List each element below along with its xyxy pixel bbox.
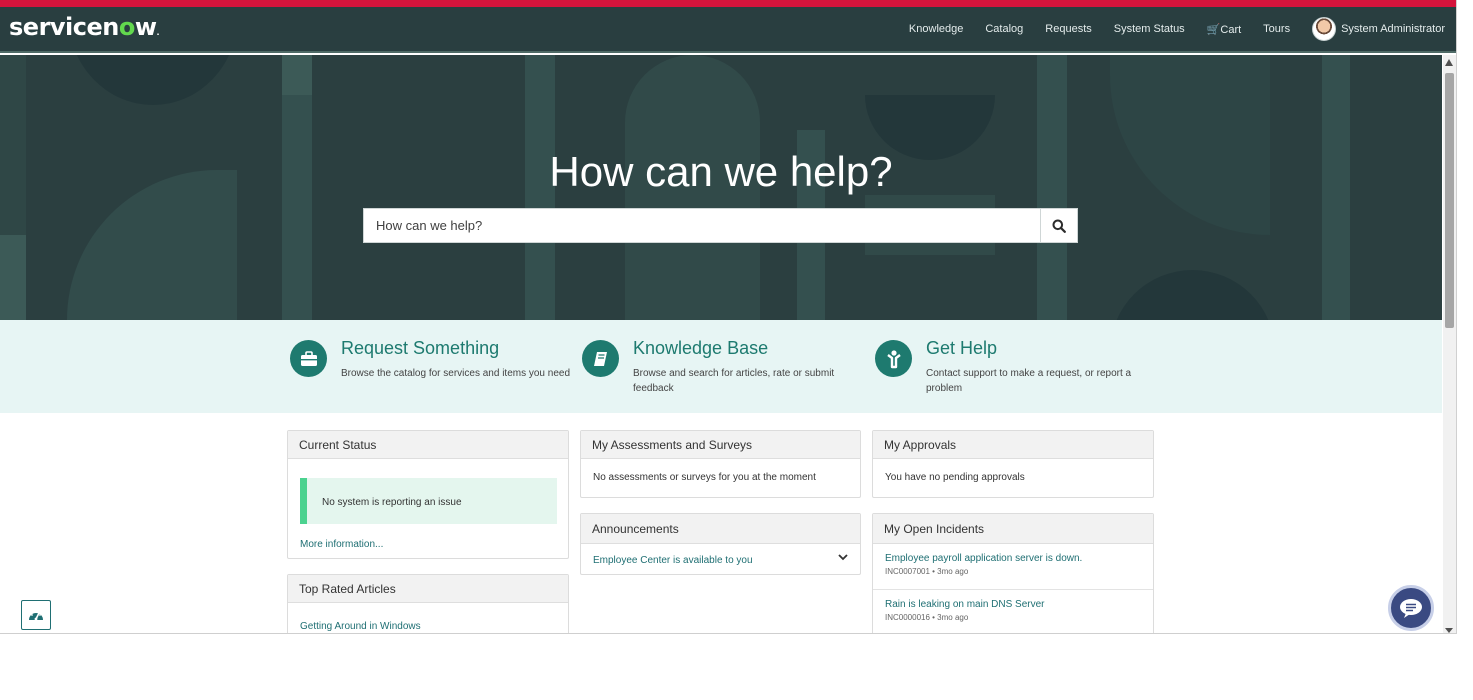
bg-shape (0, 235, 26, 320)
open-incidents-card: My Open Incidents Employee payroll appli… (872, 513, 1154, 633)
bg-shape (68, 55, 238, 105)
scrollbar-thumb[interactable] (1445, 73, 1454, 328)
quick-link-title[interactable]: Knowledge Base (633, 338, 768, 359)
nav-system-status[interactable]: System Status (1114, 23, 1185, 35)
assessments-card: My Assessments and Surveys No assessment… (580, 430, 861, 498)
cart-icon: 🛒 (1206, 23, 1221, 36)
virtual-agent-chat-button[interactable] (1388, 585, 1434, 631)
announcement-item[interactable]: Employee Center is available to you (581, 544, 860, 574)
search-input[interactable] (363, 208, 1040, 243)
card-title: Announcements (581, 514, 860, 544)
nav-knowledge[interactable]: Knowledge (909, 23, 963, 35)
quick-links-band: Request Something Browse the catalog for… (0, 320, 1442, 413)
assessments-message: No assessments or surveys for you at the… (593, 472, 816, 483)
hero-title: How can we help? (549, 148, 893, 195)
incident-title[interactable]: Employee payroll application server is d… (885, 553, 1141, 564)
list-item[interactable]: Getting Around in Windows (300, 616, 568, 633)
chat-bubble-icon (1400, 599, 1422, 618)
quick-link-title[interactable]: Get Help (926, 338, 997, 359)
status-message: No system is reporting an issue (322, 497, 462, 508)
current-status-card: Current Status No system is reporting an… (287, 430, 569, 559)
incident-meta: INC0007001 • 3mo ago (885, 567, 969, 576)
list-item[interactable]: Employee payroll application server is d… (873, 544, 1153, 590)
browser-viewport: servicenow. Knowledge Catalog Requests S… (0, 0, 1457, 634)
card-title: Current Status (288, 431, 568, 459)
card-title: My Open Incidents (873, 514, 1153, 544)
bg-shape (282, 55, 312, 95)
search-icon (1052, 219, 1066, 233)
portal-header: servicenow. Knowledge Catalog Requests S… (0, 7, 1456, 53)
bg-shape (1110, 55, 1270, 235)
search-button[interactable] (1040, 208, 1078, 243)
quick-link-desc: Contact support to make a request, or re… (926, 368, 1132, 394)
list-item[interactable]: Rain is leaking on main DNS Server INC00… (873, 590, 1153, 633)
card-title: My Approvals (873, 431, 1153, 459)
speedometer-icon (29, 611, 43, 621)
announcements-card: Announcements Employee Center is availab… (580, 513, 861, 575)
card-title: My Assessments and Surveys (581, 431, 860, 459)
card-title: Top Rated Articles (288, 575, 568, 603)
incident-meta: INC0000016 • 3mo ago (885, 613, 969, 622)
more-information-link[interactable]: More information... (300, 534, 568, 552)
top-accent-bar (0, 0, 1456, 7)
header-nav: Knowledge Catalog Requests System Status… (909, 7, 1445, 51)
approvals-card: My Approvals You have no pending approva… (872, 430, 1154, 498)
hero-banner: How can we help? (0, 55, 1442, 320)
servicenow-logo[interactable]: servicenow. (9, 13, 160, 41)
quick-link-desc: Browse and search for articles, rate or … (633, 368, 835, 394)
vertical-scrollbar[interactable] (1443, 55, 1456, 633)
top-rated-articles-card: Top Rated Articles Getting Around in Win… (287, 574, 569, 633)
nav-cart[interactable]: 🛒Cart (1207, 23, 1241, 36)
scroll-down-icon[interactable] (1445, 628, 1453, 633)
briefcase-icon (290, 340, 327, 377)
quick-link-desc: Browse the catalog for services and item… (341, 368, 571, 379)
scroll-up-icon[interactable] (1445, 59, 1453, 66)
incident-title[interactable]: Rain is leaking on main DNS Server (885, 599, 1141, 610)
nav-tours[interactable]: Tours (1263, 23, 1290, 35)
book-icon (582, 340, 619, 377)
avatar (1312, 17, 1337, 41)
nav-catalog[interactable]: Catalog (985, 23, 1023, 35)
status-message-box: No system is reporting an issue (300, 478, 557, 524)
quick-link-title[interactable]: Request Something (341, 338, 499, 359)
approvals-message: You have no pending approvals (885, 472, 1025, 483)
user-menu[interactable]: System Administrator (1312, 17, 1445, 41)
nav-requests[interactable]: Requests (1045, 23, 1091, 35)
chevron-down-icon[interactable] (838, 554, 848, 561)
person-help-icon (875, 340, 912, 377)
bg-shape (1110, 270, 1275, 320)
search-bar (363, 208, 1078, 243)
performance-dashboard-button[interactable] (21, 600, 51, 630)
